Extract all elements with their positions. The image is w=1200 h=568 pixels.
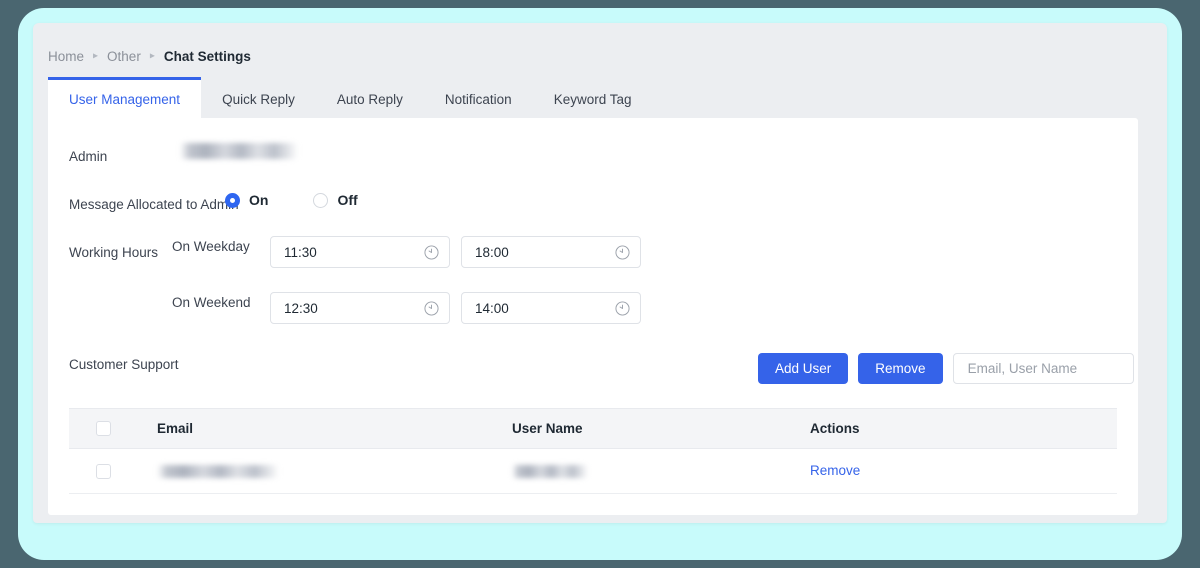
weekday-end-time-value: 18:00 bbox=[475, 244, 509, 260]
user-table: Email User Name Actions Remove bbox=[69, 408, 1117, 494]
clock-icon[interactable] bbox=[424, 300, 439, 316]
table-row: Remove bbox=[69, 449, 1117, 494]
radio-option-on[interactable]: On bbox=[225, 192, 268, 208]
radio-option-off[interactable]: Off bbox=[313, 192, 358, 208]
weekday-start-time-value: 11:30 bbox=[284, 244, 317, 260]
column-header-email: Email bbox=[157, 421, 194, 436]
message-allocated-radio-group: On Off bbox=[225, 192, 358, 208]
table-header-row: Email User Name Actions bbox=[69, 408, 1117, 449]
row-user-name-value bbox=[512, 464, 588, 478]
row-remove-link[interactable]: Remove bbox=[810, 463, 860, 478]
add-user-button[interactable]: Add User bbox=[758, 353, 849, 384]
radio-on-label: On bbox=[249, 192, 269, 208]
row-checkbox[interactable] bbox=[95, 463, 111, 479]
radio-off-icon[interactable] bbox=[313, 192, 329, 208]
clock-icon[interactable] bbox=[424, 244, 439, 260]
weekend-start-time-input[interactable]: 12:30 bbox=[270, 292, 450, 324]
column-header-actions: Actions bbox=[810, 421, 860, 436]
breadcrumb-separator-icon: ▸ bbox=[149, 50, 155, 61]
remove-user-button[interactable]: Remove bbox=[858, 353, 943, 384]
user-management-panel: Admin Message Allocated to Admin On Off … bbox=[48, 118, 1138, 515]
weekend-label: On Weekend bbox=[172, 295, 251, 310]
message-allocated-label: Message Allocated to Admin bbox=[69, 197, 239, 212]
row-select-cell bbox=[69, 463, 137, 479]
radio-on-icon[interactable] bbox=[225, 192, 240, 208]
user-action-bar: Add User Remove bbox=[758, 353, 1134, 384]
weekday-label: On Weekday bbox=[172, 239, 250, 254]
weekday-start-time-input[interactable]: 11:30 bbox=[270, 236, 450, 268]
select-all-cell bbox=[69, 421, 137, 436]
weekend-end-time-input[interactable]: 14:00 bbox=[461, 292, 641, 324]
tab-user-management[interactable]: User Management bbox=[48, 77, 202, 118]
row-email-value bbox=[157, 464, 279, 478]
breadcrumb: Home ▸ Other ▸ Chat Settings bbox=[48, 44, 251, 68]
tab-notification[interactable]: Notification bbox=[424, 77, 533, 118]
select-all-checkbox[interactable] bbox=[95, 421, 111, 436]
row-email-cell bbox=[137, 464, 512, 478]
clock-icon[interactable] bbox=[615, 300, 630, 316]
column-header-user-name: User Name bbox=[512, 421, 583, 436]
user-search-input[interactable] bbox=[965, 360, 1121, 377]
tab-keyword-tag[interactable]: Keyword Tag bbox=[533, 77, 653, 118]
row-user-name-cell bbox=[512, 464, 810, 478]
tab-quick-reply[interactable]: Quick Reply bbox=[201, 77, 316, 118]
weekday-end-time-input[interactable]: 18:00 bbox=[461, 236, 641, 268]
row-actions-cell: Remove bbox=[810, 462, 1117, 480]
breadcrumb-item-other[interactable]: Other bbox=[107, 49, 141, 64]
admin-email-value bbox=[180, 143, 298, 159]
admin-label: Admin bbox=[69, 149, 108, 164]
working-hours-label: Working Hours bbox=[69, 245, 159, 260]
weekend-start-time-value: 12:30 bbox=[284, 300, 318, 316]
customer-support-label: Customer Support bbox=[69, 357, 179, 372]
user-search-box[interactable] bbox=[952, 353, 1134, 384]
breadcrumb-separator-icon: ▸ bbox=[93, 50, 99, 61]
breadcrumb-item-home[interactable]: Home bbox=[48, 49, 84, 64]
tab-auto-reply[interactable]: Auto Reply bbox=[316, 77, 424, 118]
tab-bar: User Management Quick Reply Auto Reply N… bbox=[48, 77, 652, 118]
weekend-end-time-value: 14:00 bbox=[475, 300, 509, 316]
breadcrumb-item-chat-settings: Chat Settings bbox=[163, 48, 251, 64]
clock-icon[interactable] bbox=[615, 244, 630, 260]
radio-off-label: Off bbox=[337, 192, 358, 208]
